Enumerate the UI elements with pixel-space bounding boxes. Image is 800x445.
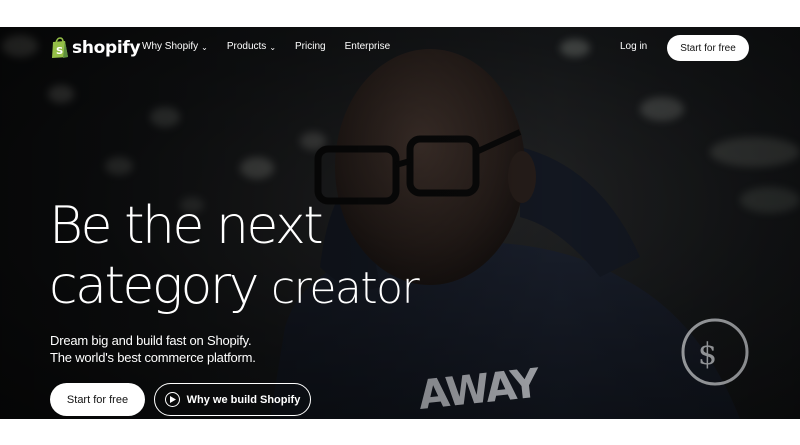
headline-category: category <box>49 256 260 316</box>
chevron-down-icon: ⌄ <box>201 43 208 52</box>
hero-cta-row: Start for free Why we build Shopify <box>50 383 311 416</box>
why-we-build-label: Why we build Shopify <box>186 393 301 406</box>
headline-line-1: Be the next <box>49 196 324 256</box>
top-navigation: S shopify Why Shopify ⌄ Products ⌄ Prici… <box>0 27 800 71</box>
headline-line-2: category creator <box>49 256 420 319</box>
svg-text:S: S <box>56 46 63 57</box>
nav-why-shopify[interactable]: Why Shopify ⌄ <box>142 41 208 52</box>
shopify-bag-icon: S <box>52 37 68 58</box>
nav-enterprise-label: Enterprise <box>344 41 391 52</box>
hero-subheading: Dream big and build fast on Shopify. The… <box>50 332 256 366</box>
nav-products[interactable]: Products ⌄ <box>227 41 276 52</box>
nav-links: Why Shopify ⌄ Products ⌄ Pricing Enterpr… <box>142 41 409 52</box>
nav-pricing-label: Pricing <box>295 41 326 52</box>
subheading-line-2: The world's best commerce platform. <box>50 350 256 365</box>
hero-headline: Be the next category creator <box>49 196 420 319</box>
nav-enterprise[interactable]: Enterprise <box>345 41 391 52</box>
subheading-line-1: Dream big and build fast on Shopify. <box>50 333 252 348</box>
start-for-free-button[interactable]: Start for free <box>50 383 145 416</box>
nav-pricing[interactable]: Pricing <box>295 41 326 52</box>
login-link[interactable]: Log in <box>620 41 647 52</box>
headline-creator: creator <box>271 263 420 314</box>
chevron-down-icon: ⌄ <box>269 43 277 52</box>
page: AWAY $ S shopify Why Shopify ⌄ Products <box>0 0 800 445</box>
nav-why-shopify-label: Why Shopify <box>142 41 199 52</box>
play-icon <box>164 392 180 407</box>
logo-wordmark: shopify <box>72 38 141 58</box>
shopify-logo[interactable]: S shopify <box>50 37 141 59</box>
start-for-free-header-button[interactable]: Start for free <box>667 35 749 61</box>
nav-products-label: Products <box>226 41 267 52</box>
why-we-build-shopify-button[interactable]: Why we build Shopify <box>154 383 311 416</box>
